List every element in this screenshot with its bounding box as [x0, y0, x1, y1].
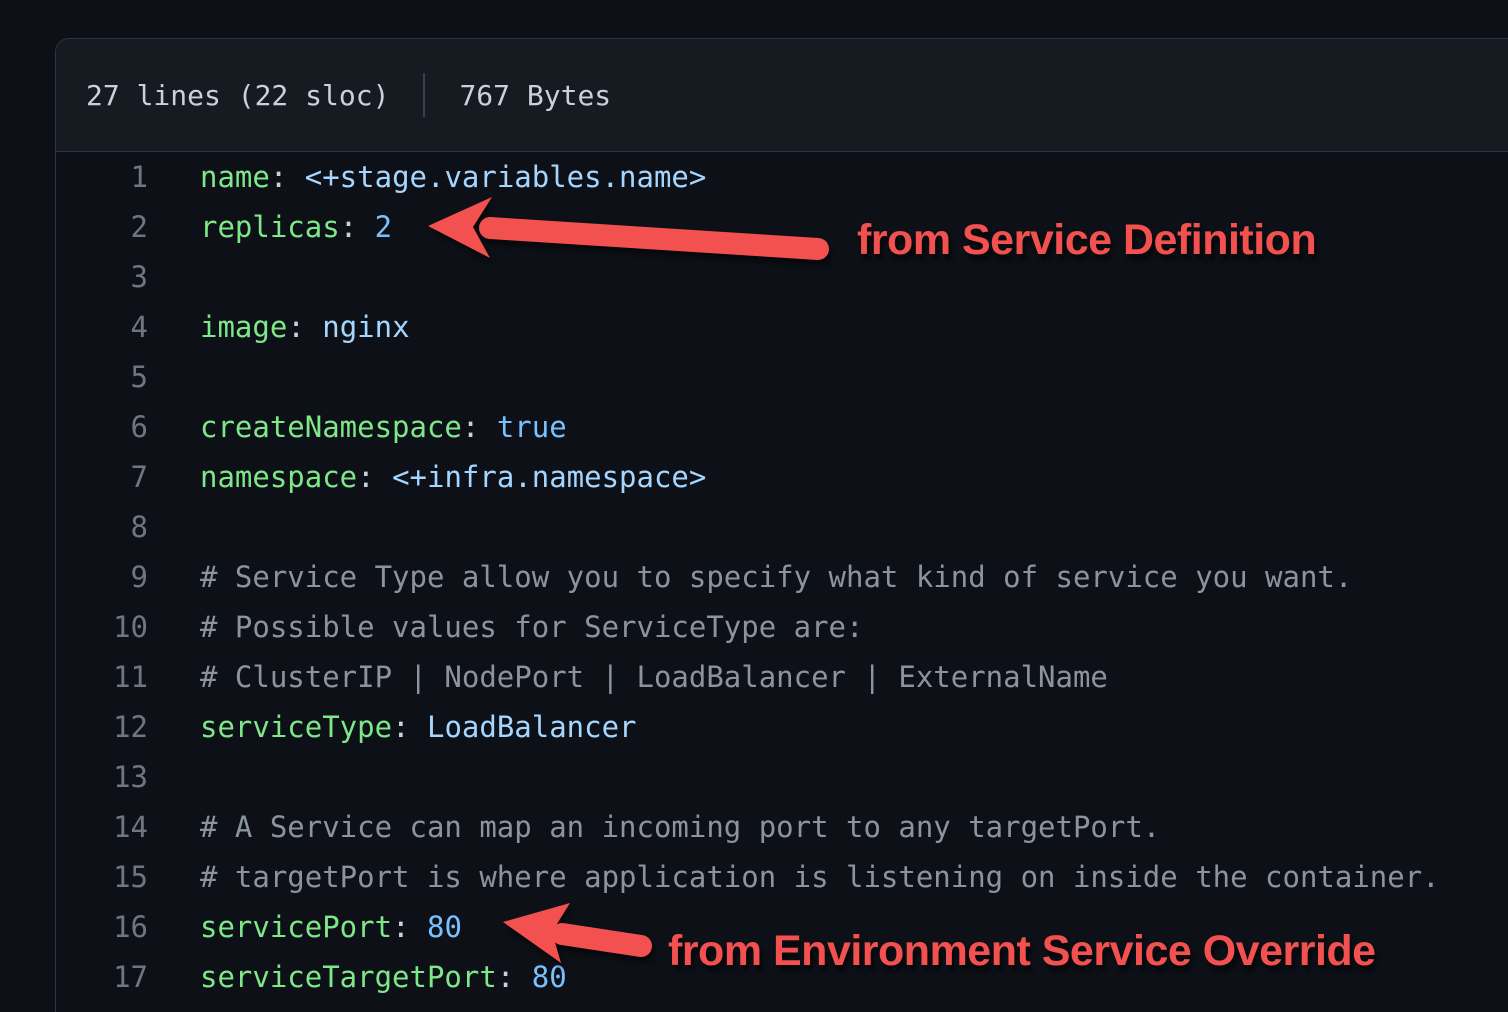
file-panel: 27 lines (22 sloc) 767 Bytes 1name: <+st… [55, 38, 1508, 1012]
code-line-content: image: nginx [148, 302, 410, 352]
file-size: 767 Bytes [459, 79, 611, 112]
line-number[interactable]: 6 [56, 402, 148, 452]
header-divider [423, 73, 425, 117]
code-line: 14# A Service can map an incoming port t… [56, 802, 1508, 852]
code-line: 3 [56, 252, 1508, 302]
code-line: 1name: <+stage.variables.name> [56, 152, 1508, 202]
code-line: 9# Service Type allow you to specify wha… [56, 552, 1508, 602]
code-line-content: # Possible values for ServiceType are: [148, 602, 863, 652]
code-line-content: namespace: <+infra.namespace> [148, 452, 706, 502]
code-line-content [148, 352, 200, 402]
code-line: 6createNamespace: true [56, 402, 1508, 452]
code-line-content: # A Service can map an incoming port to … [148, 802, 1160, 852]
code-line-content: replicas: 2 [148, 202, 392, 252]
line-number[interactable]: 4 [56, 302, 148, 352]
line-number[interactable]: 12 [56, 702, 148, 752]
line-number[interactable]: 15 [56, 852, 148, 902]
code-line: 17serviceTargetPort: 80 [56, 952, 1508, 1002]
code-line: 13 [56, 752, 1508, 802]
code-line: 15# targetPort is where application is l… [56, 852, 1508, 902]
code-line-content: serviceTargetPort: 80 [148, 952, 567, 1002]
code-line: 12serviceType: LoadBalancer [56, 702, 1508, 752]
code-line-content: # ClusterIP | NodePort | LoadBalancer | … [148, 652, 1108, 702]
line-number[interactable]: 17 [56, 952, 148, 1002]
code-line: 4image: nginx [56, 302, 1508, 352]
file-lines-info: 27 lines (22 sloc) [86, 79, 389, 112]
code-line: 2replicas: 2 [56, 202, 1508, 252]
line-number[interactable]: 1 [56, 152, 148, 202]
code-line: 5 [56, 352, 1508, 402]
code-line: 16servicePort: 80 [56, 902, 1508, 952]
code-line-content [148, 252, 200, 302]
line-number[interactable]: 10 [56, 602, 148, 652]
code-line-content: createNamespace: true [148, 402, 567, 452]
line-number[interactable]: 5 [56, 352, 148, 402]
code-line-content [148, 752, 200, 802]
line-number[interactable]: 14 [56, 802, 148, 852]
line-number[interactable]: 2 [56, 202, 148, 252]
code-lines: 1name: <+stage.variables.name>2replicas:… [56, 152, 1508, 1002]
line-number[interactable]: 11 [56, 652, 148, 702]
line-number[interactable]: 8 [56, 502, 148, 552]
code-line-content: serviceType: LoadBalancer [148, 702, 637, 752]
line-number[interactable]: 13 [56, 752, 148, 802]
line-number[interactable]: 3 [56, 252, 148, 302]
code-line: 10# Possible values for ServiceType are: [56, 602, 1508, 652]
code-line-content: servicePort: 80 [148, 902, 462, 952]
line-number[interactable]: 9 [56, 552, 148, 602]
file-header: 27 lines (22 sloc) 767 Bytes [56, 39, 1508, 152]
code-line: 11# ClusterIP | NodePort | LoadBalancer … [56, 652, 1508, 702]
code-line: 7namespace: <+infra.namespace> [56, 452, 1508, 502]
code-line-content: # Service Type allow you to specify what… [148, 552, 1352, 602]
code-line: 8 [56, 502, 1508, 552]
code-line-content [148, 502, 200, 552]
code-line-content: name: <+stage.variables.name> [148, 152, 706, 202]
line-number[interactable]: 16 [56, 902, 148, 952]
line-number[interactable]: 7 [56, 452, 148, 502]
code-line-content: # targetPort is where application is lis… [148, 852, 1440, 902]
